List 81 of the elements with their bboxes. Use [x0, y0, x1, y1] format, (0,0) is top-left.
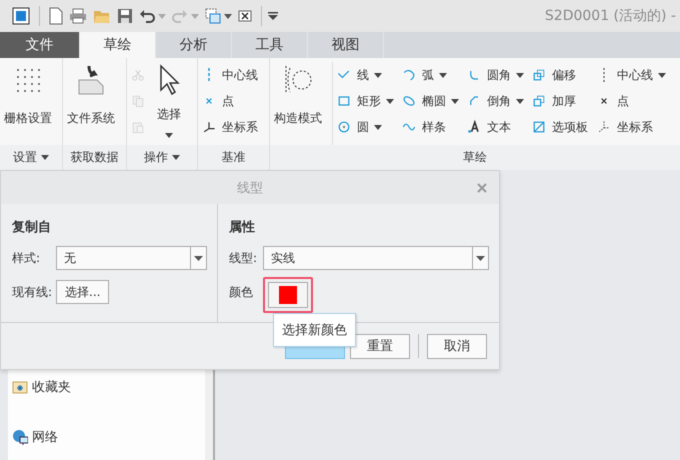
style-dropdown[interactable]: 无 [56, 246, 207, 270]
ribbon-button[interactable]: 线 [335, 62, 400, 88]
dialog-button[interactable]: 重置 [350, 334, 410, 358]
scissors-icon [130, 67, 146, 83]
field-label: 线型: [229, 250, 258, 266]
ribbon-button[interactable]: 偏移 [530, 62, 595, 88]
ribbon-button[interactable]: 坐标系 [200, 114, 259, 140]
offset-icon [531, 67, 547, 83]
ribbon-button[interactable]: 中心线 [595, 62, 667, 88]
close-icon[interactable] [477, 183, 487, 193]
field-label: 颜色 [229, 284, 254, 300]
dialog-title: 线型 [237, 180, 263, 196]
network-icon [12, 429, 28, 445]
linetype-dropdown[interactable]: 实线 [263, 246, 489, 270]
app-icon[interactable] [12, 7, 30, 25]
caret-icon [374, 124, 382, 130]
select-button[interactable]: 选择... [56, 280, 110, 304]
caret-icon [658, 72, 666, 78]
ribbon-button[interactable]: 构造模式 [272, 62, 324, 129]
sidebar-item[interactable]: 收藏夹 [8, 378, 205, 396]
ribbon-button[interactable]: 矩形 [335, 88, 400, 114]
field-label: 现有线: [12, 284, 52, 300]
printer-icon[interactable] [69, 8, 87, 24]
ribbon-button[interactable]: 点 [595, 88, 667, 114]
close-window-icon[interactable] [238, 10, 252, 22]
copy-icon [130, 93, 146, 109]
windows-icon[interactable] [205, 8, 221, 24]
ribbon-button[interactable]: 文件系统 [65, 62, 117, 129]
thicken-icon [531, 93, 547, 109]
new-file-icon[interactable] [49, 7, 63, 25]
caret-icon [374, 72, 382, 78]
ribbon-tab[interactable]: 文件 [0, 32, 80, 58]
ribbon-button[interactable]: 加厚 [530, 88, 595, 114]
caret-icon[interactable] [224, 14, 232, 18]
group-label[interactable]: 草绘 [270, 145, 680, 170]
caret-icon [516, 98, 524, 104]
ribbon-button[interactable]: 椭圆 [400, 88, 465, 114]
ribbon-button[interactable]: 文本 [465, 114, 530, 140]
favorites-folder-icon [12, 379, 28, 395]
ribbon-button[interactable]: 选择 [151, 62, 187, 140]
caret-icon [476, 256, 485, 260]
color-button[interactable] [268, 282, 308, 308]
ribbon-button[interactable]: 栅格设置 [2, 62, 54, 129]
section-heading: 复制自 [12, 219, 52, 236]
ribbon-button[interactable]: 样条 [400, 114, 465, 140]
group-label[interactable]: 设置 [0, 145, 62, 170]
save-icon[interactable] [117, 8, 133, 24]
group-label[interactable]: 操作 [127, 145, 197, 170]
centerline-icon [207, 67, 211, 83]
caret-icon [165, 133, 173, 138]
group-label[interactable]: 基准 [198, 145, 269, 170]
ribbon-button[interactable]: 点 [200, 88, 259, 114]
circle-icon [336, 119, 352, 135]
caret-icon [451, 98, 459, 104]
palette-icon [531, 119, 547, 135]
arc-icon [401, 67, 417, 83]
caret-icon [172, 155, 180, 160]
caret-icon [41, 155, 49, 160]
ribbon-button[interactable]: 弧 [400, 62, 465, 88]
tooltip: 选择新颜色 [273, 313, 356, 347]
caret-icon [386, 98, 394, 104]
centerline-icon [602, 67, 606, 83]
caret-icon [439, 72, 447, 78]
undo-icon[interactable] [139, 9, 155, 23]
ribbon-button[interactable]: 选项板 [530, 114, 595, 140]
ribbon-button[interactable]: 圆 [335, 114, 400, 140]
customize-icon[interactable] [268, 12, 278, 20]
field-label: 样式: [12, 250, 42, 266]
ribbon-button[interactable]: 倒角 [465, 88, 530, 114]
sidebar-item[interactable]: 网络 [8, 428, 205, 446]
group-label[interactable]: 获取数据 [63, 145, 126, 170]
ribbon-tab[interactable]: 草绘 [80, 32, 156, 58]
window-title: S2D0001 (活动的) - [544, 7, 676, 25]
ribbon-button[interactable]: 中心线 [200, 62, 259, 88]
ribbon-button[interactable]: 坐标系 [595, 114, 667, 140]
ribbon-button[interactable]: 圆角 [465, 62, 530, 88]
caret-icon [194, 256, 203, 260]
caret-icon [516, 72, 524, 78]
section-heading: 属性 [229, 219, 256, 236]
axes-icon [201, 119, 217, 135]
dialog-button[interactable]: 取消 [427, 334, 487, 358]
